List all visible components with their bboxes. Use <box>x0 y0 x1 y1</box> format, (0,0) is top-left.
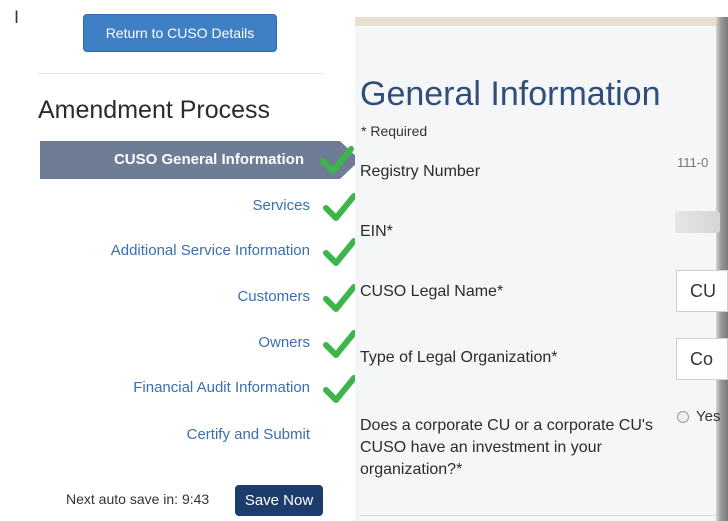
step-label: Owners <box>258 334 310 351</box>
step-label: Certify and Submit <box>186 426 310 443</box>
radio-yes-label: Yes <box>696 408 721 425</box>
check-icon <box>323 238 357 266</box>
step-additional-service-information[interactable]: Additional Service Information <box>40 232 310 270</box>
step-label: Financial Audit Information <box>133 379 310 396</box>
step-label: Services <box>252 197 310 214</box>
page-title: General Information <box>360 75 661 113</box>
step-label: CUSO General Information <box>113 151 304 168</box>
check-icon <box>323 193 357 221</box>
cuso-legal-name-input[interactable]: CU <box>676 270 728 312</box>
divider <box>38 73 324 74</box>
registry-number-label: Registry Number <box>360 163 481 180</box>
step-label: Customers <box>237 288 310 305</box>
registry-number-value: 111-0 <box>677 155 709 170</box>
step-customers[interactable]: Customers <box>40 278 310 316</box>
check-icon <box>323 330 357 358</box>
save-now-button[interactable]: Save Now <box>235 485 323 516</box>
step-cuso-general-information[interactable]: CUSO General Information <box>40 141 360 179</box>
check-icon <box>323 284 357 312</box>
step-financial-audit-information[interactable]: Financial Audit Information <box>40 369 310 407</box>
step-certify-and-submit[interactable]: Certify and Submit <box>40 416 310 454</box>
ein-label: EIN* <box>360 223 393 240</box>
required-note: * Required <box>361 123 428 139</box>
legal-organization-type-label: Type of Legal Organization* <box>360 349 558 366</box>
text-cursor-icon: I <box>14 8 20 28</box>
check-icon <box>323 375 357 403</box>
divider <box>360 515 716 516</box>
autosave-countdown: Next auto save in: 9:43 <box>66 491 210 507</box>
step-services[interactable]: Services <box>40 187 310 225</box>
radio-yes[interactable] <box>677 411 689 423</box>
cuso-legal-name-label: CUSO Legal Name* <box>360 283 504 300</box>
legal-organization-type-select[interactable]: Co <box>676 338 728 380</box>
step-label: Additional Service Information <box>110 242 310 259</box>
panel-edge-shadow <box>716 17 728 521</box>
return-to-cuso-details-button[interactable]: Return to CUSO Details <box>83 14 277 52</box>
step-owners[interactable]: Owners <box>40 324 310 362</box>
check-icon <box>320 146 354 174</box>
amendment-process-title: Amendment Process <box>38 96 271 124</box>
corporate-investment-question: Does a corporate CU or a corporate CU's … <box>360 417 653 478</box>
ein-value <box>675 211 720 233</box>
